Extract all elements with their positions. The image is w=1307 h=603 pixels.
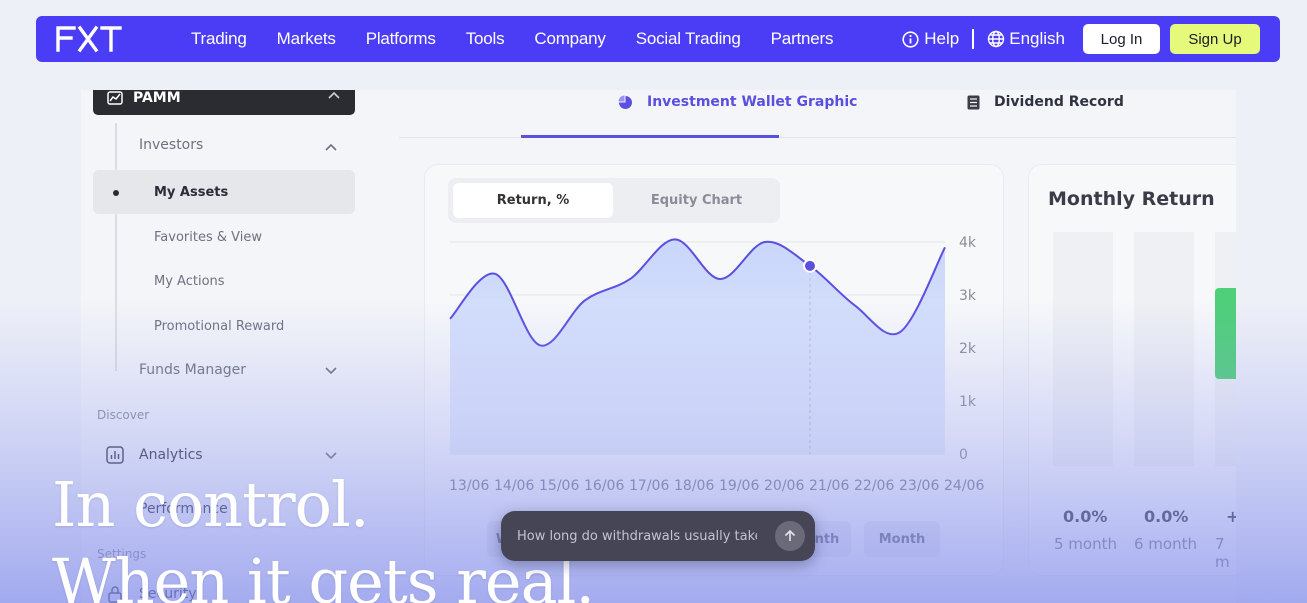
fxt-logo[interactable] [56, 25, 122, 53]
x-tick-label: 22/06 [854, 478, 895, 494]
help-label: Help [924, 29, 960, 48]
language-selector[interactable]: English [987, 29, 1065, 49]
highlight-point[interactable] [803, 258, 817, 273]
x-tick-label: 16/06 [584, 478, 625, 494]
send-button[interactable] [775, 521, 805, 551]
chat-question-box [501, 511, 815, 561]
chat-input[interactable] [517, 528, 757, 544]
nav-markets[interactable]: Markets [277, 29, 336, 49]
x-tick-label: 24/06 [944, 478, 985, 494]
hero-headline-line1: In control. [52, 468, 370, 541]
login-button[interactable]: Log In [1083, 24, 1160, 54]
nav-company[interactable]: Company [534, 29, 606, 49]
signup-button[interactable]: Sign Up [1170, 24, 1260, 54]
monthly-positive-bar [1215, 288, 1236, 379]
info-icon [902, 30, 919, 48]
area-fill [450, 239, 945, 454]
x-tick-label: 13/06 [449, 478, 490, 494]
x-tick-label: 15/06 [539, 478, 580, 494]
nav-divider [972, 29, 975, 49]
top-navigation: Trading Markets Platforms Tools Company … [36, 16, 1280, 62]
monthly-value: 0.0% [1063, 507, 1108, 526]
x-tick-label: 21/06 [809, 478, 850, 494]
y-tick-label: 3k [959, 288, 977, 304]
x-tick-label: 18/06 [674, 478, 715, 494]
globe-icon [988, 30, 1005, 48]
nav-partners[interactable]: Partners [771, 29, 834, 49]
y-tick-label: 0 [959, 447, 968, 463]
x-tick-label: 14/06 [494, 478, 535, 494]
x-tick-label: 17/06 [629, 478, 670, 494]
monthly-label: 6 month [1134, 535, 1197, 553]
monthly-value: 0.0% [1144, 507, 1189, 526]
y-tick-label: 1k [959, 394, 977, 410]
nav-trading[interactable]: Trading [191, 29, 247, 49]
main-menu: Trading Markets Platforms Tools Company … [191, 16, 863, 62]
monthly-label: 5 month [1054, 535, 1117, 553]
x-tick-label: 20/06 [764, 478, 805, 494]
x-tick-label: 19/06 [719, 478, 760, 494]
y-tick-label: 4k [959, 235, 977, 251]
monthly-bar [1134, 232, 1194, 466]
arrow-up-icon [784, 529, 796, 541]
monthly-bar [1053, 232, 1113, 466]
nav-actions: Help English Log In Sign Up [902, 16, 1260, 62]
monthly-label: 7 m [1215, 535, 1230, 571]
language-label: English [1009, 29, 1065, 48]
y-tick-label: 2k [959, 341, 977, 357]
monthly-value: +5 [1226, 507, 1236, 526]
help-link[interactable]: Help [902, 29, 959, 49]
period-month-alt-button[interactable]: Month [864, 521, 940, 557]
nav-platforms[interactable]: Platforms [366, 29, 436, 49]
x-tick-label: 23/06 [899, 478, 940, 494]
nav-social-trading[interactable]: Social Trading [636, 29, 741, 49]
nav-tools[interactable]: Tools [466, 29, 505, 49]
monthly-return-title: Monthly Return [1048, 188, 1215, 210]
